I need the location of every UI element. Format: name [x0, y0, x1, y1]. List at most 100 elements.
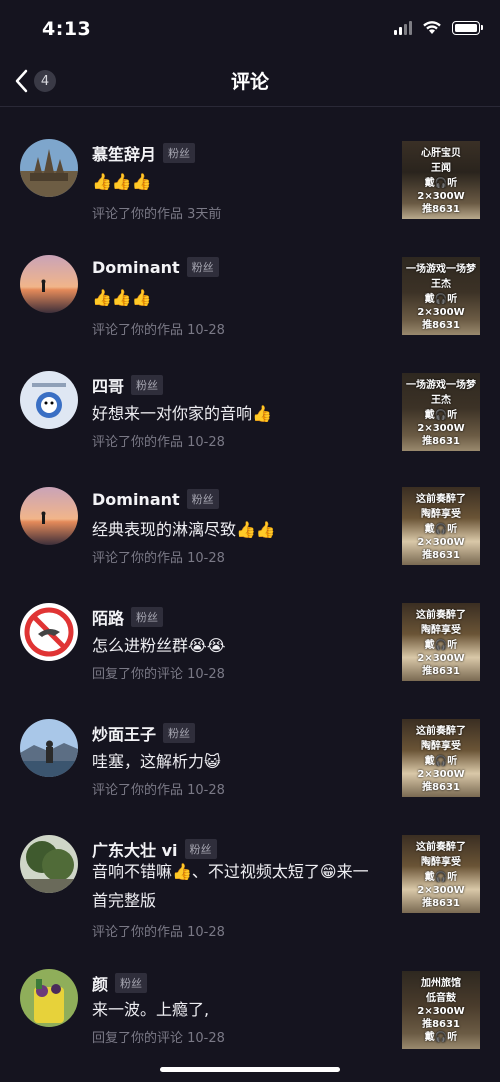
video-thumbnail[interactable]: 加州旅馆 低音鼓 2×300W 推8631 戴🎧听: [402, 971, 480, 1049]
fan-badge: 粉丝: [131, 607, 164, 627]
username[interactable]: 炒面王子: [92, 721, 156, 745]
fan-badge: 粉丝: [163, 723, 196, 743]
comment-text: 👍👍👍: [92, 172, 152, 191]
thumbnail-caption-line: 陶醉享受: [421, 741, 461, 752]
thumbnail-caption-line: 戴🎧听: [424, 178, 458, 189]
avatar[interactable]: [20, 835, 78, 893]
comment-text: 经典表现的淋漓尽致👍👍: [92, 520, 276, 539]
thumbnail-caption-line: 戴🎧听: [424, 410, 458, 421]
video-thumbnail[interactable]: 这前奏醉了 陶醉享受 戴🎧听 2×300W 推8631: [402, 487, 480, 565]
thumbnail-caption-line: 王杰: [431, 395, 451, 406]
name-row: 陌路 粉丝: [92, 605, 164, 629]
thumbnail-caption-line: 这前奏醉了: [416, 842, 466, 853]
thumbnail-caption-line: 这前奏醉了: [416, 726, 466, 737]
comment-text: 哇塞，这解析力😺: [92, 752, 221, 771]
thumbnail-caption-line: 推8631: [422, 1019, 460, 1030]
avatar[interactable]: [20, 255, 78, 313]
thumbnail-caption-line: 陶醉享受: [421, 625, 461, 636]
thumbnail-caption-line: 2×300W: [417, 537, 465, 548]
comment-item[interactable]: 慕笙辞月 粉丝 👍👍👍 评论了你的作品 3天前 心肝宝贝 王闻 戴🎧听 2×30…: [0, 135, 500, 225]
thumbnail-caption-line: 推8631: [422, 550, 460, 561]
comment-item[interactable]: Dominant 粉丝 👍👍👍 评论了你的作品 10-28 一场游戏一场梦 王杰…: [0, 251, 500, 341]
username[interactable]: Dominant: [92, 490, 180, 509]
username[interactable]: 四哥: [92, 373, 124, 397]
video-thumbnail[interactable]: 这前奏醉了 陶醉享受 戴🎧听 2×300W 推8631: [402, 603, 480, 681]
avatar[interactable]: [20, 719, 78, 777]
thumbnail-caption-line: 陶醉享受: [421, 857, 461, 868]
avatar[interactable]: [20, 487, 78, 545]
thumbnail-caption-line: 2×300W: [417, 423, 465, 434]
video-thumbnail[interactable]: 这前奏醉了 陶醉享受 戴🎧听 2×300W 推8631: [402, 835, 480, 913]
thumbnail-caption-line: 一场游戏一场梦: [406, 380, 476, 391]
avatar[interactable]: [20, 969, 78, 1027]
name-row: Dominant 粉丝: [92, 257, 219, 277]
comment-meta: 评论了你的作品 3天前: [92, 207, 222, 222]
thumbnail-caption-line: 2×300W: [417, 885, 465, 896]
thumbnail-caption-line: 2×300W: [417, 653, 465, 664]
thumbnail-caption-line: 戴🎧听: [424, 872, 458, 883]
thumbnail-caption-line: 推8631: [422, 320, 460, 331]
home-indicator[interactable]: [160, 1067, 340, 1072]
comment-item[interactable]: 炒面王子 粉丝 哇塞，这解析力😺 评论了你的作品 10-28 这前奏醉了 陶醉享…: [0, 715, 500, 805]
thumbnail-caption-line: 2×300W: [417, 1006, 465, 1017]
fan-badge: 粉丝: [115, 973, 148, 993]
fan-badge: 粉丝: [131, 375, 164, 395]
thumbnail-caption-line: 推8631: [422, 898, 460, 909]
fan-badge: 粉丝: [186, 489, 219, 509]
status-time: 4:13: [42, 18, 92, 40]
thumbnail-caption-line: 低音鼓: [426, 993, 456, 1004]
fan-badge: 粉丝: [186, 257, 219, 277]
thumbnail-caption-line: 加州旅馆: [421, 978, 461, 989]
fan-badge: 粉丝: [184, 839, 217, 859]
comment-item[interactable]: 广东大壮 vi 粉丝 音响不错嘛👍、不过视频太短了😁来一首完整版 评论了你的作品…: [0, 831, 500, 941]
thumbnail-caption-line: 戴🎧听: [424, 640, 458, 651]
thumbnail-caption-line: 心肝宝贝: [421, 148, 461, 159]
wifi-icon: [423, 21, 441, 34]
comment-meta: 评论了你的作品 10-28: [92, 783, 225, 798]
comment-item[interactable]: 颜 粉丝 来一波。上瘾了, 回复了你的评论 10-28 加州旅馆 低音鼓 2×3…: [0, 967, 500, 1057]
thumbnail-caption-line: 王闻: [431, 163, 451, 174]
status-bar: 4:13: [0, 0, 500, 56]
comment-text: 好想来一对你家的音响👍: [92, 404, 272, 423]
comment-item[interactable]: 陌路 粉丝 怎么进粉丝群😭😭 回复了你的评论 10-28 这前奏醉了 陶醉享受 …: [0, 599, 500, 689]
status-icons: [394, 20, 483, 35]
thumbnail-caption-line: 陶醉享受: [421, 509, 461, 520]
thumbnail-caption-line: 戴🎧听: [424, 1032, 458, 1043]
thumbnail-caption-line: 王杰: [431, 279, 451, 290]
username[interactable]: 陌路: [92, 605, 124, 629]
navigation-bar: 4 评论: [0, 56, 500, 107]
username[interactable]: 慕笙辞月: [92, 141, 156, 165]
cellular-signal-icon: [394, 20, 412, 35]
comment-text: 👍👍👍: [92, 288, 152, 307]
video-thumbnail[interactable]: 这前奏醉了 陶醉享受 戴🎧听 2×300W 推8631: [402, 719, 480, 797]
comment-meta: 回复了你的评论 10-28: [92, 667, 225, 682]
avatar[interactable]: [20, 371, 78, 429]
avatar[interactable]: [20, 603, 78, 661]
name-row: 慕笙辞月 粉丝: [92, 141, 196, 165]
comment-item[interactable]: Dominant 粉丝 经典表现的淋漓尽致👍👍 评论了你的作品 10-28 这前…: [0, 483, 500, 573]
username[interactable]: 颜: [92, 971, 108, 995]
page-title: 评论: [230, 71, 269, 93]
comment-text: 怎么进粉丝群😭😭: [92, 636, 226, 655]
battery-icon: [452, 20, 483, 35]
video-thumbnail[interactable]: 一场游戏一场梦 王杰 戴🎧听 2×300W 推8631: [402, 257, 480, 335]
thumbnail-caption-line: 一场游戏一场梦: [406, 264, 476, 275]
comment-meta: 评论了你的作品 10-28: [92, 435, 225, 450]
comment-meta: 回复了你的评论 10-28: [92, 1031, 225, 1046]
video-thumbnail[interactable]: 一场游戏一场梦 王杰 戴🎧听 2×300W 推8631: [402, 373, 480, 451]
thumbnail-caption-line: 戴🎧听: [424, 294, 458, 305]
comment-text: 来一波。上瘾了,: [92, 1000, 210, 1019]
fan-badge: 粉丝: [163, 143, 196, 163]
comment-item[interactable]: 四哥 粉丝 好想来一对你家的音响👍 评论了你的作品 10-28 一场游戏一场梦 …: [0, 367, 500, 457]
thumbnail-caption-line: 推8631: [422, 204, 460, 215]
comment-meta: 评论了你的作品 10-28: [92, 323, 225, 338]
avatar[interactable]: [20, 139, 78, 197]
thumbnail-caption-line: 这前奏醉了: [416, 610, 466, 621]
comment-meta: 评论了你的作品 10-28: [92, 551, 225, 566]
thumbnail-caption-line: 戴🎧听: [424, 524, 458, 535]
comment-meta: 评论了你的作品 10-28: [92, 925, 225, 940]
thumbnail-caption-line: 2×300W: [417, 307, 465, 318]
username[interactable]: Dominant: [92, 258, 180, 277]
video-thumbnail[interactable]: 心肝宝贝 王闻 戴🎧听 2×300W 推8631: [402, 141, 480, 219]
name-row: 颜 粉丝: [92, 971, 148, 995]
